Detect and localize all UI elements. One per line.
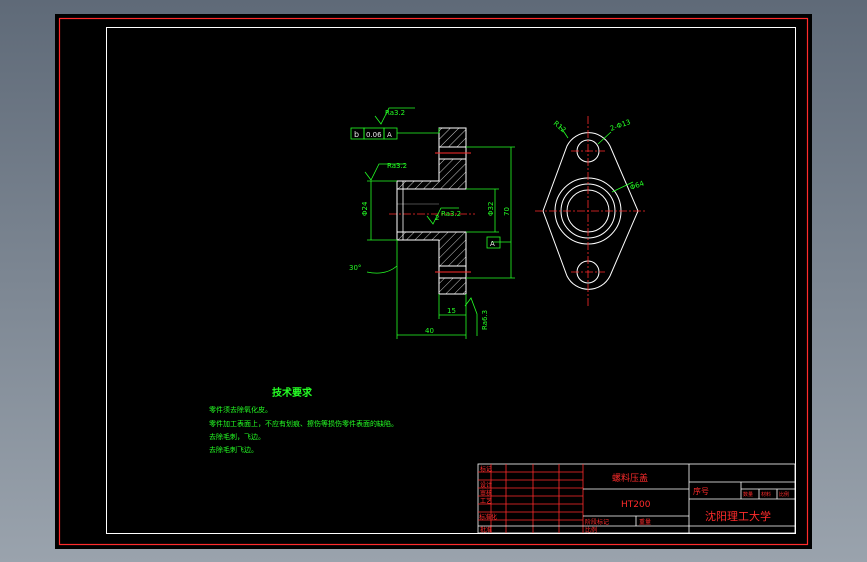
- roughness-inner-label: Ra3.2: [441, 210, 461, 218]
- seq-label: 序号: [693, 486, 709, 496]
- tech-req-line-1: 零件须去除氧化皮。: [209, 405, 272, 414]
- tech-req-line-2: 零件加工表面上，不应有划痕、擦伤等损伤零件表面的缺陷。: [209, 419, 398, 428]
- drawing-sheet: Ra3.2 Ra3.2 Ra3.2 Ra6.3 b 0.06 A A Φ24 Φ…: [55, 14, 812, 549]
- cad-drawing: Ra3.2 Ra3.2 Ra3.2 Ra6.3 b 0.06 A A Φ24 Φ…: [58, 17, 809, 546]
- row-label-6: 批准: [480, 526, 492, 534]
- dim-hole-label: 2-Φ13: [609, 118, 632, 133]
- bottom-label-2: 重量: [639, 518, 651, 526]
- section-labels: Ra3.2 Ra3.2 Ra3.2 Ra6.3 b 0.06 A A Φ24 Φ…: [349, 109, 511, 335]
- tech-req-line-3: 去除毛刺，飞边。: [209, 432, 265, 441]
- section-hatch-bottom: [396, 231, 467, 295]
- gdt-datum: A: [387, 131, 392, 139]
- material: HT200: [621, 500, 651, 510]
- tech-req-line-4: 去除毛刺飞边。: [209, 445, 258, 454]
- dim-width-label: 40: [425, 327, 434, 335]
- school-name: 沈阳理工大学: [705, 509, 771, 523]
- datum-a-label: A: [490, 240, 495, 248]
- dim-outer-label: 70: [503, 207, 511, 216]
- small-cell-3: 比例: [779, 491, 789, 498]
- front-dimensions: [559, 125, 634, 193]
- technical-requirements: 技术要求 零件须去除氧化皮。 零件加工表面上，不应有划痕、擦伤等损伤零件表面的缺…: [209, 386, 398, 454]
- row-label-1: 标记: [480, 465, 492, 473]
- small-cell-1: 数量: [743, 491, 753, 498]
- row-label-5: 标准化: [479, 513, 497, 521]
- part-name: 螺料压盖: [612, 472, 648, 484]
- dim-inner-label: Φ32: [487, 202, 495, 216]
- section-dimensions: [350, 107, 515, 339]
- dim-radius-label: R12: [552, 119, 568, 134]
- dim-circle-label: Φ64: [629, 179, 646, 192]
- outer-frame: [58, 17, 809, 546]
- dim-bore-label: Φ24: [361, 201, 369, 216]
- section-view: [389, 127, 475, 295]
- roughness-bottom-label: Ra6.3: [481, 310, 489, 330]
- row-label-4: 工艺: [480, 497, 492, 505]
- title-block-text: 标记 设计 审核 工艺 标准化 批准 螺料压盖 HT200 阶段标记 重量 比例…: [479, 465, 789, 534]
- bottom-label-1: 阶段标记: [585, 518, 609, 526]
- small-cell-2: 材料: [761, 491, 771, 498]
- roughness-top-label: Ra3.2: [385, 109, 405, 117]
- roughness-mid-label: Ra3.2: [387, 162, 407, 170]
- front-centerlines: [535, 116, 645, 306]
- dim-flange-label: 15: [447, 307, 456, 315]
- row-label-3: 审核: [480, 489, 492, 497]
- gdt-value: 0.06: [366, 131, 382, 139]
- dim-chamfer-label: 30°: [349, 264, 361, 272]
- row-label-2: 设计: [480, 481, 492, 489]
- dim-small-label: 2: [435, 214, 439, 222]
- bottom-label-3: 比例: [585, 526, 597, 534]
- gdt-symbol: b: [354, 130, 359, 139]
- tech-req-title: 技术要求: [272, 386, 313, 399]
